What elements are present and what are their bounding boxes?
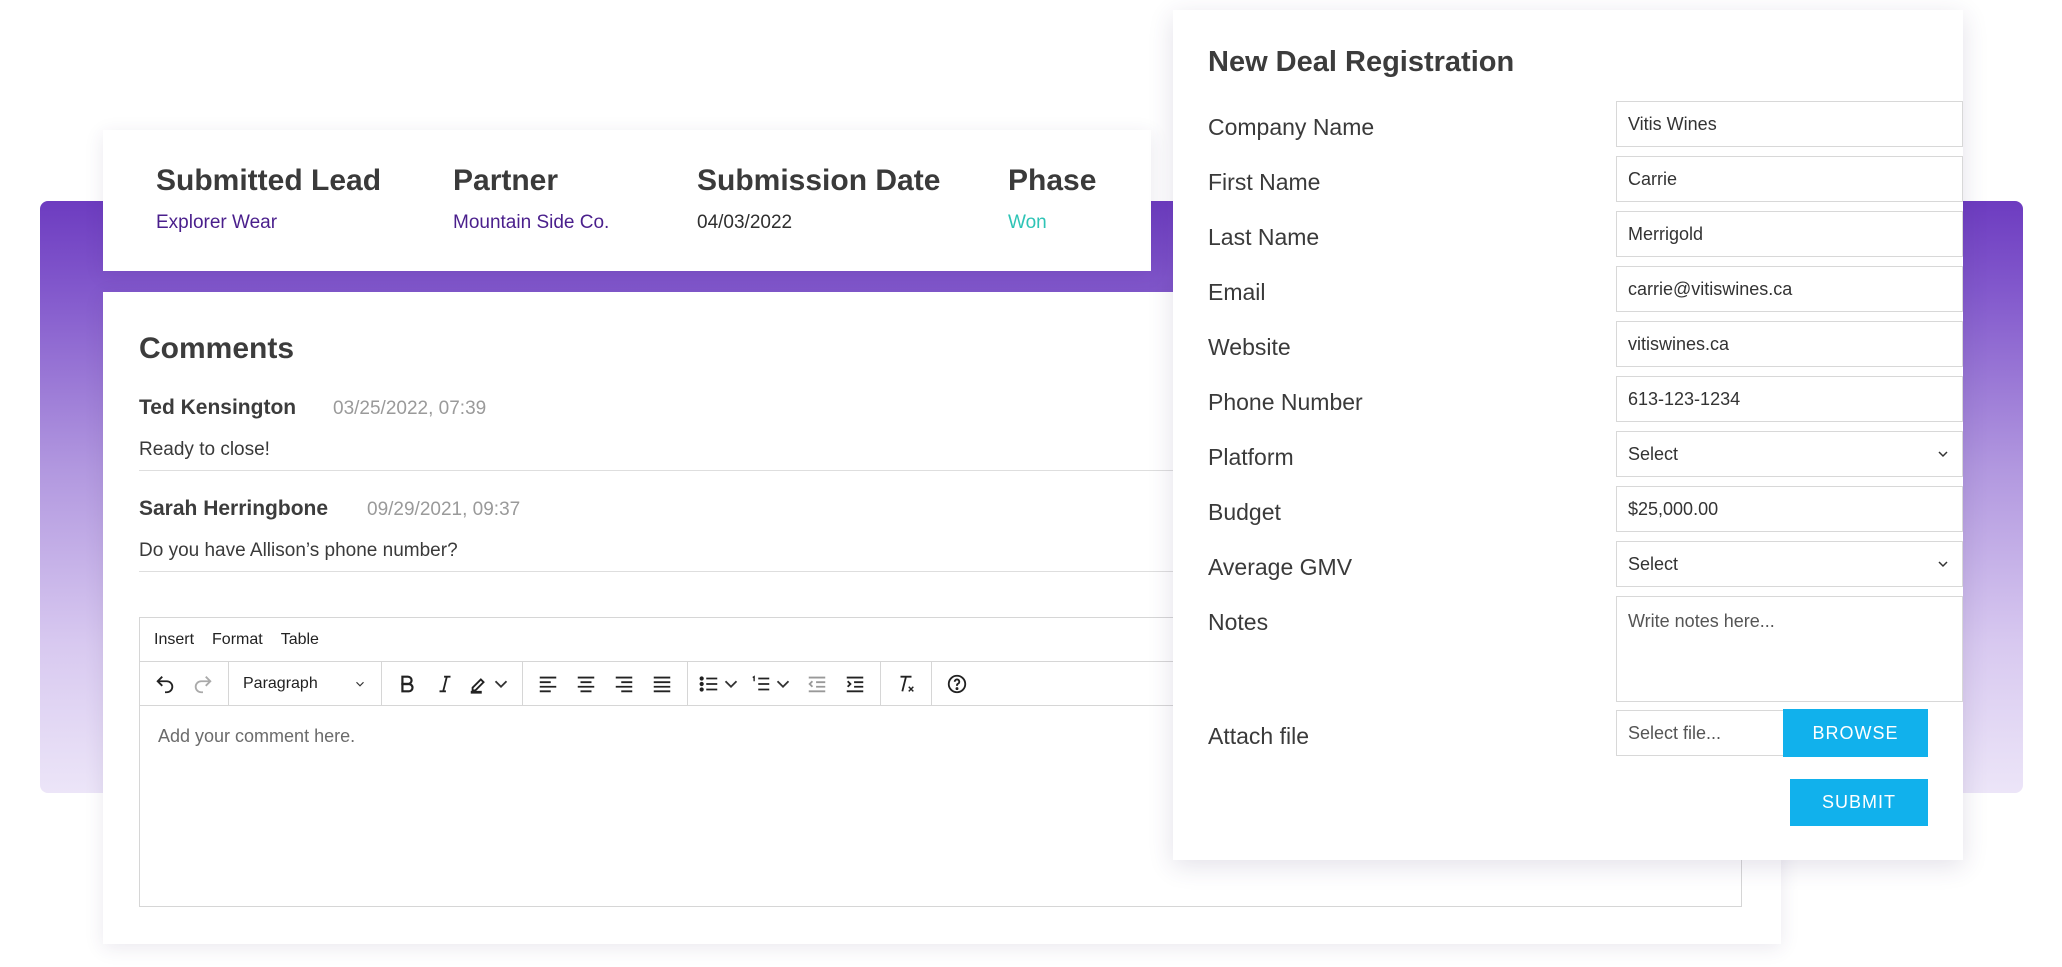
form-title: New Deal Registration (1208, 46, 1515, 78)
italic-icon[interactable] (426, 667, 464, 701)
first-name-label: First Name (1208, 169, 1321, 195)
last-name-field[interactable]: Merrigold (1616, 211, 1963, 257)
browse-button[interactable]: BROWSE (1783, 709, 1928, 757)
block-format-dropdown[interactable]: Paragraph (235, 675, 375, 693)
platform-select[interactable]: Select (1616, 431, 1963, 477)
chevron-down-icon (1938, 561, 1948, 568)
submitted-lead-column: Submitted Lead Explorer Wear (156, 164, 381, 234)
last-name-label: Last Name (1208, 224, 1320, 250)
comment-body: Do you have Allison’s phone number? (139, 540, 458, 561)
attach-file-label: Attach file (1208, 723, 1309, 749)
budget-label: Budget (1208, 499, 1281, 525)
chevron-down-icon (1938, 451, 1948, 458)
phase-label: Phase (1008, 164, 1097, 197)
company-name-field[interactable]: Vitis Wines (1616, 101, 1963, 147)
align-center-icon[interactable] (567, 667, 605, 701)
menu-format[interactable]: Format (212, 631, 263, 649)
highlight-color-icon[interactable] (464, 667, 516, 701)
notes-textarea[interactable]: Write notes here... (1616, 596, 1963, 702)
platform-select-value: Select (1628, 443, 1679, 464)
align-left-icon[interactable] (529, 667, 567, 701)
indent-icon[interactable] (836, 667, 874, 701)
website-field[interactable]: vitiswines.ca (1616, 321, 1963, 367)
bold-icon[interactable] (388, 667, 426, 701)
comments-title: Comments (139, 332, 295, 365)
first-name-field[interactable]: Carrie (1616, 156, 1963, 202)
bullet-list-icon[interactable] (694, 667, 746, 701)
undo-icon[interactable] (146, 667, 184, 701)
comment-timestamp: 09/29/2021, 09:37 (367, 499, 521, 520)
comment-timestamp: 03/25/2022, 07:39 (333, 398, 487, 419)
block-format-value: Paragraph (243, 674, 318, 692)
menu-table[interactable]: Table (281, 631, 319, 649)
align-justify-icon[interactable] (643, 667, 681, 701)
website-label: Website (1208, 334, 1291, 360)
phone-number-field[interactable]: 613-123-1234 (1616, 376, 1963, 422)
numbered-list-icon[interactable] (746, 667, 798, 701)
submitted-lead-label: Submitted Lead (156, 164, 382, 197)
submission-date-label: Submission Date (697, 164, 941, 197)
help-icon[interactable] (938, 667, 976, 701)
phase-column: Phase Won (1008, 164, 1096, 234)
budget-field[interactable]: $25,000.00 (1616, 486, 1963, 532)
average-gmv-label: Average GMV (1208, 554, 1353, 580)
lead-summary-card: Submitted Lead Explorer Wear Partner Mou… (103, 130, 1151, 271)
submission-date-value: 04/03/2022 (697, 212, 793, 233)
platform-label: Platform (1208, 444, 1294, 470)
submission-date-column: Submission Date 04/03/2022 (697, 164, 940, 234)
comment-divider (139, 470, 1279, 471)
comment-author: Sarah Herringbone (139, 497, 329, 520)
submit-button[interactable]: SUBMIT (1790, 779, 1928, 826)
comment-author: Ted Kensington (139, 396, 297, 419)
notes-label: Notes (1208, 609, 1269, 635)
redo-icon[interactable] (184, 667, 222, 701)
submitted-lead-value[interactable]: Explorer Wear (156, 212, 381, 234)
partner-value[interactable]: Mountain Side Co. (453, 212, 609, 234)
company-name-label: Company Name (1208, 114, 1375, 140)
email-field[interactable]: carrie@vitiswines.ca (1616, 266, 1963, 312)
comment-divider (139, 571, 1279, 572)
email-label: Email (1208, 279, 1266, 305)
outdent-icon[interactable] (798, 667, 836, 701)
chevron-down-icon (356, 681, 364, 687)
menu-insert[interactable]: Insert (154, 631, 194, 649)
average-gmv-select[interactable]: Select (1616, 541, 1963, 587)
phase-value: Won (1008, 212, 1047, 233)
align-right-icon[interactable] (605, 667, 643, 701)
partner-column: Partner Mountain Side Co. (453, 164, 609, 234)
average-gmv-select-value: Select (1628, 553, 1679, 574)
phone-number-label: Phone Number (1208, 389, 1363, 415)
comment-body: Ready to close! (139, 439, 270, 460)
partner-label: Partner (453, 164, 559, 197)
clear-formatting-icon[interactable] (887, 667, 925, 701)
